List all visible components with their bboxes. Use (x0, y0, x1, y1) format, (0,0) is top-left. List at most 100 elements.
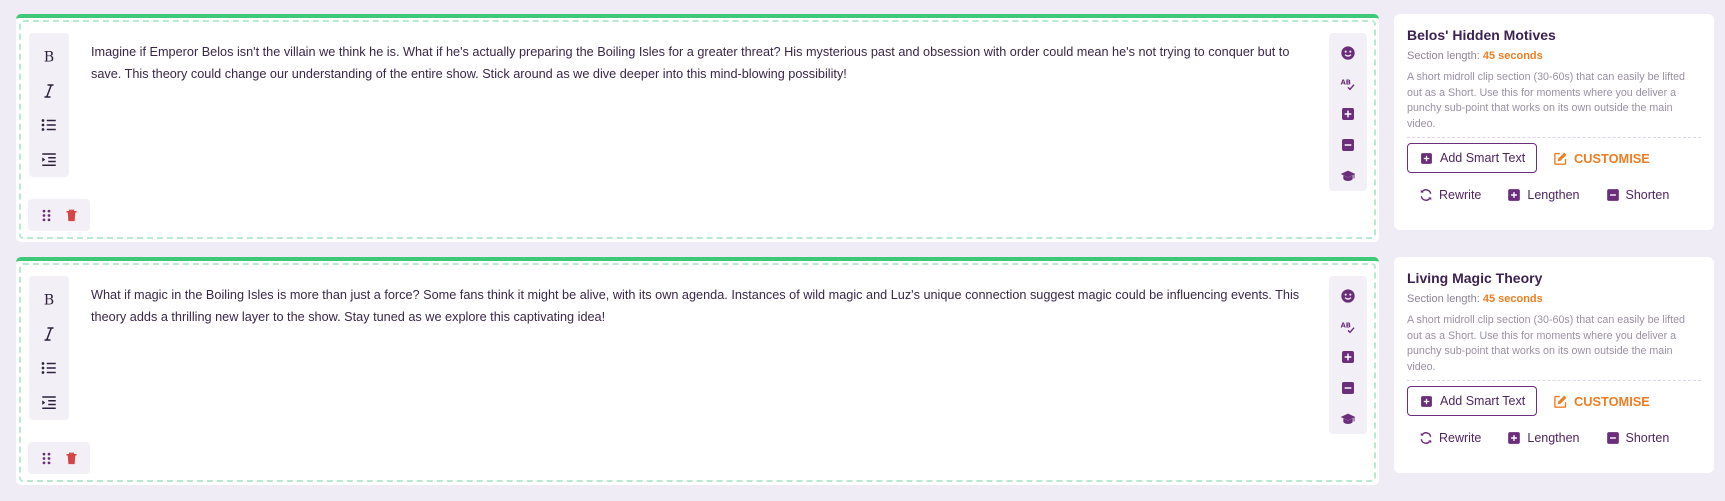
customise-button[interactable]: CUSTOMISE (1553, 394, 1650, 409)
lengthen-label: Lengthen (1527, 431, 1580, 445)
section-text[interactable]: Imagine if Emperor Belos isn't the villa… (91, 41, 1311, 85)
svg-text:AB: AB (1341, 79, 1351, 87)
drag-handle-button[interactable] (36, 204, 58, 226)
section-length-label: Section length: (1407, 50, 1480, 62)
italic-button[interactable] (33, 317, 65, 352)
minus-square-icon (1606, 432, 1619, 444)
graduation-cap-icon (1340, 413, 1356, 424)
italic-button[interactable] (33, 74, 65, 109)
minus-square-icon (1606, 189, 1619, 201)
indent-button[interactable] (33, 386, 65, 421)
spellcheck-button[interactable]: AB (1333, 312, 1363, 343)
add-smart-text-button[interactable]: Add Smart Text (1407, 386, 1537, 416)
delete-section-button[interactable] (61, 447, 83, 469)
edit-icon (1554, 395, 1567, 408)
edit-icon (1554, 152, 1567, 165)
plus-square-icon (1508, 189, 1521, 201)
rewrite-button[interactable]: Rewrite (1419, 188, 1481, 202)
plus-square-icon (1508, 432, 1521, 444)
trash-icon (66, 452, 77, 464)
section-editor: B What if magic in the Boiling Isles is … (16, 257, 1379, 485)
add-smart-text-button[interactable]: Add Smart Text (1407, 143, 1537, 173)
script-section: B What if magic in the Boiling Isles is … (0, 257, 1725, 489)
bold-button[interactable]: B (33, 282, 65, 317)
section-text[interactable]: What if magic in the Boiling Isles is mo… (91, 284, 1311, 328)
drag-handle-icon (42, 452, 51, 464)
indent-button[interactable] (33, 143, 65, 178)
lengthen-label: Lengthen (1527, 188, 1580, 202)
plus-square-icon (1421, 395, 1432, 407)
remove-content-button[interactable] (1333, 130, 1363, 161)
minus-square-icon (1342, 139, 1354, 152)
trash-icon (66, 209, 77, 221)
shorten-button[interactable]: Shorten (1606, 188, 1670, 202)
italic-icon (44, 84, 54, 98)
add-smart-text-label: Add Smart Text (1440, 394, 1526, 408)
tools-toolbar: AB (1329, 33, 1367, 191)
section-length-value: 45 seconds (1482, 50, 1543, 62)
card-divider (1407, 137, 1701, 138)
tools-toolbar: AB (1329, 276, 1367, 434)
spellcheck-icon: AB (1341, 79, 1355, 91)
section-card: Living Magic Theory Section length: 45 s… (1394, 257, 1714, 473)
shorten-label: Shorten (1625, 431, 1670, 445)
drag-handle-button[interactable] (36, 447, 58, 469)
spellcheck-button[interactable]: AB (1333, 69, 1363, 100)
card-description: A short midroll clip section (30-60s) th… (1407, 314, 1686, 373)
rewrite-label: Rewrite (1439, 431, 1482, 445)
customise-label: CUSTOMISE (1574, 393, 1650, 409)
refresh-icon (1420, 189, 1432, 201)
add-content-button[interactable] (1333, 99, 1363, 130)
svg-text:B: B (44, 50, 54, 66)
plus-square-icon (1342, 351, 1354, 364)
card-divider (1407, 380, 1701, 381)
drag-handle-icon (42, 209, 51, 221)
remove-content-button[interactable] (1333, 373, 1363, 404)
plus-square-icon (1421, 152, 1432, 164)
section-actions-bar (28, 442, 90, 474)
educate-button[interactable] (1333, 160, 1363, 191)
add-content-button[interactable] (1333, 342, 1363, 373)
add-smart-text-label: Add Smart Text (1440, 151, 1526, 165)
svg-text:AB: AB (1341, 322, 1351, 330)
card-title: Living Magic Theory (1407, 270, 1543, 286)
bold-icon: B (44, 293, 54, 309)
bold-icon: B (44, 50, 54, 66)
section-length: Section length: 45 seconds (1407, 50, 1701, 62)
section-length: Section length: 45 seconds (1407, 293, 1701, 305)
emoji-button[interactable] (1333, 38, 1363, 69)
shorten-label: Shorten (1625, 188, 1670, 202)
customise-button[interactable]: CUSTOMISE (1553, 151, 1650, 166)
shorten-button[interactable]: Shorten (1606, 431, 1670, 445)
customise-label: CUSTOMISE (1574, 150, 1650, 166)
section-length-label: Section length: (1407, 293, 1480, 305)
section-length-value: 45 seconds (1482, 293, 1543, 305)
delete-section-button[interactable] (61, 204, 83, 226)
emoji-icon (1341, 289, 1355, 303)
format-toolbar: B (29, 276, 69, 420)
emoji-button[interactable] (1333, 281, 1363, 312)
bullet-list-button[interactable] (33, 108, 65, 143)
rewrite-button[interactable]: Rewrite (1419, 431, 1481, 445)
italic-icon (44, 327, 54, 341)
educate-button[interactable] (1333, 403, 1363, 434)
bullet-list-button[interactable] (33, 351, 65, 386)
emoji-icon (1341, 46, 1355, 60)
script-section: B Imagine if Emperor Belos isn't the vil… (0, 14, 1725, 246)
card-description: A short midroll clip section (30-60s) th… (1407, 71, 1686, 130)
indent-icon (42, 153, 56, 166)
svg-text:B: B (44, 293, 54, 309)
bold-button[interactable]: B (33, 39, 65, 74)
bullet-list-icon (41, 119, 56, 132)
lengthen-button[interactable]: Lengthen (1507, 431, 1580, 445)
section-card: Belos' Hidden Motives Section length: 45… (1394, 14, 1714, 230)
indent-icon (42, 396, 56, 409)
minus-square-icon (1342, 382, 1354, 395)
refresh-icon (1420, 432, 1432, 444)
graduation-cap-icon (1340, 170, 1356, 181)
rewrite-label: Rewrite (1439, 188, 1482, 202)
lengthen-button[interactable]: Lengthen (1507, 188, 1580, 202)
bullet-list-icon (41, 362, 56, 375)
plus-square-icon (1342, 108, 1354, 121)
section-actions-bar (28, 199, 90, 231)
